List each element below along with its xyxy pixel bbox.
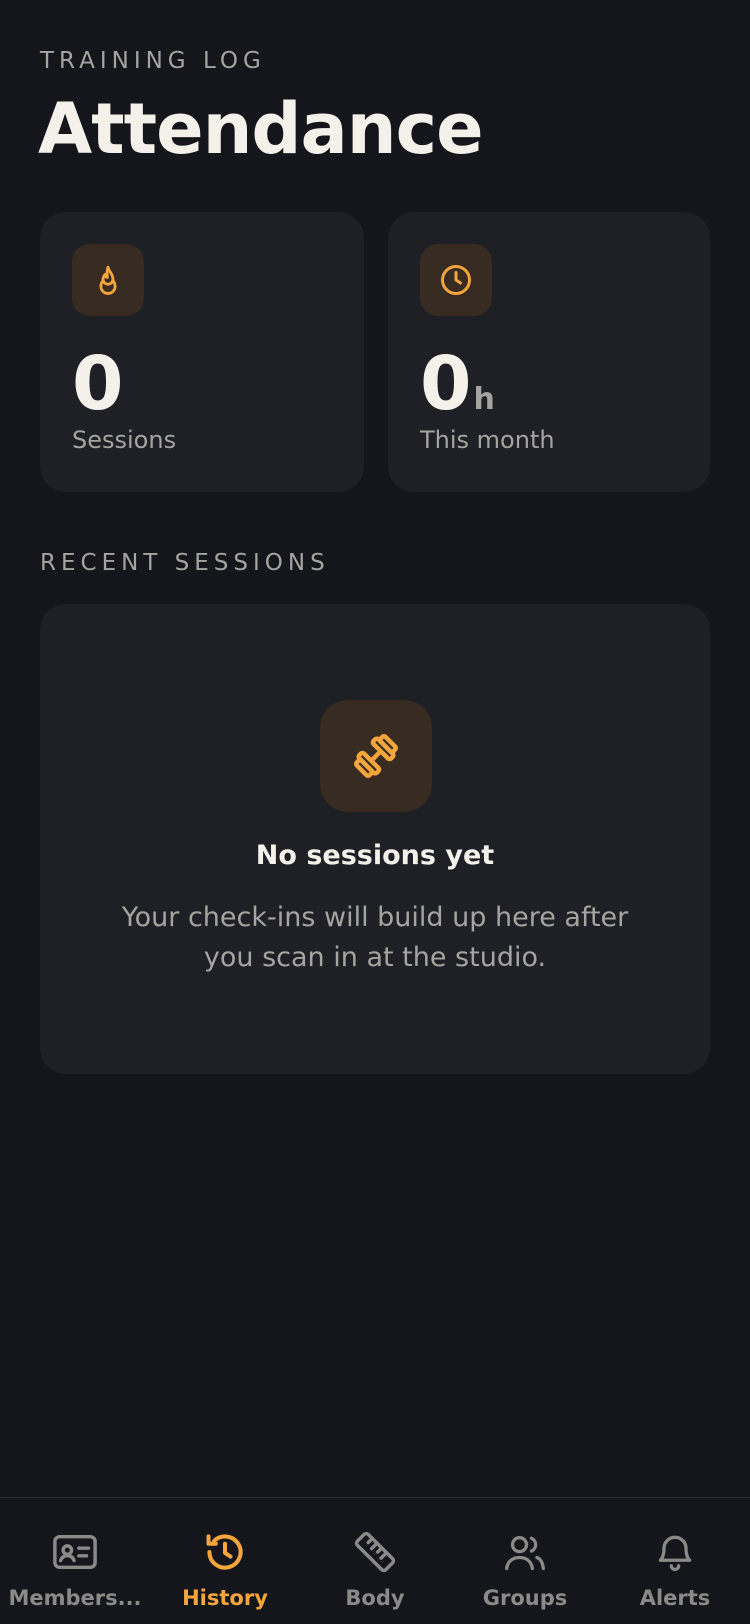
tab-groups[interactable]: Groups [450, 1498, 600, 1624]
attendance-screen: TRAINING LOG Attendance 0 Sessions 0h Th… [0, 0, 750, 1624]
flame-icon [72, 244, 144, 316]
recent-sessions-empty-state: No sessions yet Your check-ins will buil… [40, 604, 710, 1074]
page-eyebrow: TRAINING LOG [40, 48, 266, 74]
hours-label: This month [420, 426, 555, 454]
hours-unit: h [473, 382, 495, 417]
bell-icon [653, 1528, 697, 1576]
clock-icon [420, 244, 492, 316]
bottom-tab-bar: Members... History Body Groups Alerts [0, 1497, 750, 1624]
sessions-stat-card: 0 Sessions [40, 212, 364, 492]
sessions-count: 0 [72, 341, 124, 427]
page-title: Attendance [38, 88, 484, 170]
recent-sessions-heading: RECENT SESSIONS [40, 550, 330, 576]
tab-history[interactable]: History [150, 1498, 300, 1624]
tab-membership[interactable]: Members... [0, 1498, 150, 1624]
users-icon [502, 1528, 548, 1576]
hours-stat-card: 0h This month [388, 212, 710, 492]
empty-state-title: No sessions yet [255, 840, 495, 871]
tab-alerts[interactable]: Alerts [600, 1498, 750, 1624]
ruler-icon [352, 1528, 398, 1576]
hours-value: 0h [420, 341, 495, 427]
history-icon [203, 1528, 247, 1576]
id-card-icon [52, 1528, 98, 1576]
empty-state-description: Your check-ins will build up here after … [121, 902, 629, 973]
sessions-label: Sessions [72, 426, 177, 454]
tab-body[interactable]: Body [300, 1498, 450, 1624]
dumbbell-icon [320, 700, 432, 812]
